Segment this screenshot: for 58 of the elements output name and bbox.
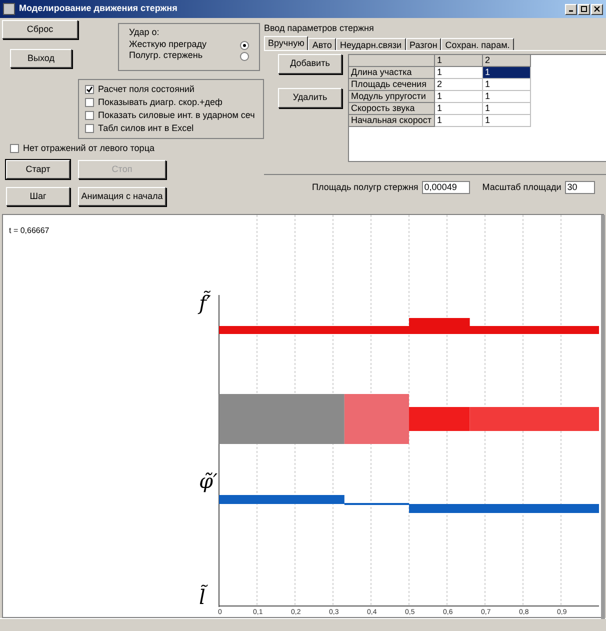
table-cell[interactable]: 1 (435, 67, 483, 79)
table-cell[interactable]: 1 (435, 103, 483, 115)
table-cell[interactable]: 1 (483, 115, 531, 127)
row-header: Длина участка (349, 67, 435, 79)
tab[interactable]: Разгон (406, 38, 442, 50)
button[interactable]: Добавить (278, 54, 342, 74)
axis-label: φ̃′ (199, 471, 218, 491)
radio-button[interactable] (240, 40, 249, 50)
field-label: Масштаб площади (482, 181, 562, 194)
checkbox-label: Показать силовые инт. в ударном сеч (98, 108, 255, 122)
checkbox[interactable] (85, 85, 94, 94)
table-cell[interactable]: 2 (435, 79, 483, 91)
radio-button[interactable] (240, 52, 249, 60)
row-header: Модуль упругости (349, 91, 435, 103)
radio-label: Полугр. стержень (129, 49, 203, 62)
field-label: Площадь полугр стержня (312, 181, 418, 194)
table-cell[interactable]: 1 (483, 79, 531, 91)
checkbox-label: Нет отражений от левого торца (23, 142, 154, 155)
checkbox[interactable] (10, 144, 19, 153)
group-title: Ввод параметров стержня (264, 22, 375, 33)
button[interactable]: Удалить (278, 88, 342, 108)
time-label: t = 0,66667 (9, 225, 50, 237)
column-header: 2 (483, 55, 531, 67)
tab[interactable]: Авто (308, 38, 336, 50)
button[interactable]: Выход (10, 49, 72, 68)
table-cell[interactable]: 1 (483, 103, 531, 115)
table-cell[interactable]: 1 (435, 115, 483, 127)
checkbox-label: Табл силов инт в Excel (98, 122, 194, 135)
tab[interactable]: Неударн.связи (336, 38, 406, 50)
window-title: Моделирование движения стержня (19, 2, 178, 16)
row-header: Площадь сечения (349, 79, 435, 91)
tab[interactable]: Сохран. парам. (441, 38, 514, 50)
row-header: Начальная скорост (349, 115, 435, 127)
row-header: Скорость звука (349, 103, 435, 115)
checkbox[interactable] (85, 98, 94, 107)
radio-label: Жесткую преграду (129, 38, 207, 52)
table-cell[interactable]: 1 (483, 67, 531, 79)
app-icon (3, 3, 15, 15)
checkbox[interactable] (85, 124, 94, 133)
column-header: 1 (435, 55, 483, 67)
group-title: Удар о: (129, 26, 160, 39)
checkbox-label: Показывать диагр. скор.+деф (98, 96, 222, 109)
axis-label: f̃′ (199, 293, 211, 313)
axis-label: l̃ (199, 587, 206, 607)
button[interactable]: Анимация с начала (78, 187, 166, 206)
input-field[interactable]: 30 (565, 181, 596, 194)
tab[interactable]: Вручную (264, 36, 308, 50)
close-icon[interactable] (591, 4, 603, 14)
minimize-icon[interactable] (565, 4, 577, 14)
checkbox-label: Расчет поля состояний (98, 82, 194, 96)
button[interactable]: Старт (6, 160, 70, 179)
input-field[interactable]: 0,00049 (422, 181, 470, 194)
table-cell[interactable]: 1 (483, 91, 531, 103)
button[interactable]: Сброс (2, 20, 78, 39)
checkbox[interactable] (85, 111, 94, 120)
button[interactable]: Шаг (6, 187, 70, 206)
table-cell[interactable]: 1 (435, 91, 483, 103)
maximize-icon[interactable] (578, 4, 590, 14)
